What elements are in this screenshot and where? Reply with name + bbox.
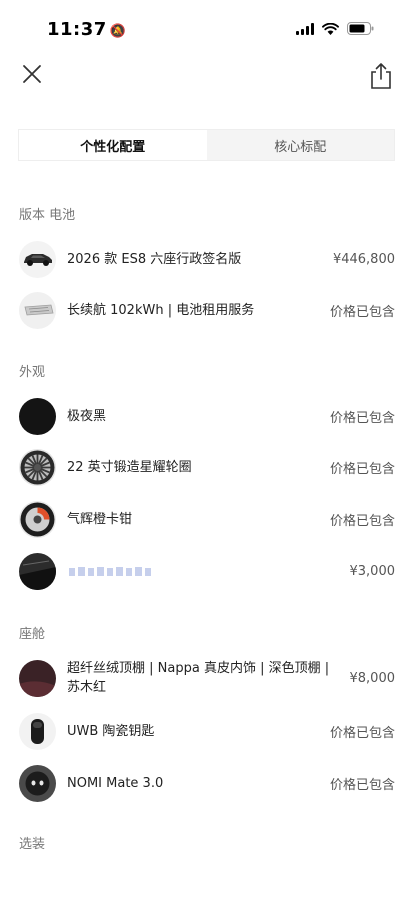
close-icon <box>23 65 41 83</box>
item-label: 长续航 102kWh | 电池租用服务 <box>67 302 255 318</box>
nav-bar <box>0 54 414 98</box>
section-title-version: 版本 电池 <box>19 208 76 223</box>
tab-core-standard[interactable]: 核心标配 <box>207 130 395 160</box>
wifi-icon <box>322 22 339 35</box>
close-button[interactable] <box>18 60 48 90</box>
signal-icon <box>296 22 314 35</box>
item-label: UWB 陶瓷钥匙 <box>67 723 155 739</box>
item-label: 极夜黑 <box>67 408 107 424</box>
interior-swatch-icon <box>19 659 56 697</box>
section-title-exterior: 外观 <box>19 365 46 380</box>
item-price: 价格已包含 <box>329 725 395 741</box>
item-label: 气辉橙卡钳 <box>67 511 133 527</box>
brake-caliper-icon <box>19 500 56 538</box>
item-price: 价格已包含 <box>329 410 395 426</box>
list-item-version[interactable]: 2026 款 ES8 六座行政签名版 ¥446,800 <box>19 239 395 279</box>
section-title-cabin: 座舱 <box>19 627 46 642</box>
item-price: ¥8,000 <box>349 670 396 686</box>
item-price: 价格已包含 <box>329 461 395 477</box>
item-price: 价格已包含 <box>329 513 395 529</box>
battery-thumbnail-icon <box>19 291 56 329</box>
item-label: NOMI Mate 3.0 <box>67 775 164 791</box>
share-button[interactable] <box>366 59 396 91</box>
list-item-interior[interactable]: 超纤丝绒顶棚 | Nappa 真皮内饰 | 深色顶棚 | 苏木红 ¥8,000 <box>19 657 395 699</box>
key-icon <box>19 712 56 750</box>
list-item-battery[interactable]: 长续航 102kWh | 电池租用服务 价格已包含 <box>19 290 395 330</box>
nomi-icon <box>19 764 56 802</box>
wheel-icon <box>19 448 56 486</box>
obscured-item-label <box>67 563 342 579</box>
status-icons <box>296 22 374 35</box>
status-time-text: 11:37 <box>47 19 107 40</box>
item-price: ¥3,000 <box>349 563 396 579</box>
config-tabs: 个性化配置 核心标配 <box>18 129 395 161</box>
list-item-nomi[interactable]: NOMI Mate 3.0 价格已包含 <box>19 763 395 803</box>
section-title-options: 选装 <box>19 837 46 852</box>
car-thumbnail-icon <box>19 240 56 278</box>
paint-swatch-icon <box>19 397 56 435</box>
item-label: 2026 款 ES8 六座行政签名版 <box>67 251 242 267</box>
list-item-roof[interactable]: ¥3,000 <box>19 551 395 591</box>
list-item-caliper[interactable]: 气辉橙卡钳 价格已包含 <box>19 499 395 539</box>
roof-thumbnail-icon <box>19 552 56 590</box>
status-time: 11:37 🔕 <box>47 19 126 40</box>
battery-icon <box>347 22 374 35</box>
status-bar: 11:37 🔕 <box>0 0 414 54</box>
tab-personalized-config[interactable]: 个性化配置 <box>19 130 207 160</box>
share-icon <box>371 63 391 89</box>
list-item-paint[interactable]: 极夜黑 价格已包含 <box>19 396 395 436</box>
bell-muted-icon: 🔕 <box>109 24 127 39</box>
item-label: 22 英寸锻造星耀轮圈 <box>67 459 192 475</box>
item-price: ¥446,800 <box>332 251 395 267</box>
item-price: 价格已包含 <box>329 304 395 320</box>
item-price: 价格已包含 <box>329 777 395 793</box>
list-item-key[interactable]: UWB 陶瓷钥匙 价格已包含 <box>19 711 395 751</box>
list-item-wheels[interactable]: 22 英寸锻造星耀轮圈 价格已包含 <box>19 447 395 487</box>
item-label: 超纤丝绒顶棚 | Nappa 真皮内饰 | 深色顶棚 | 苏木红 <box>67 661 330 695</box>
